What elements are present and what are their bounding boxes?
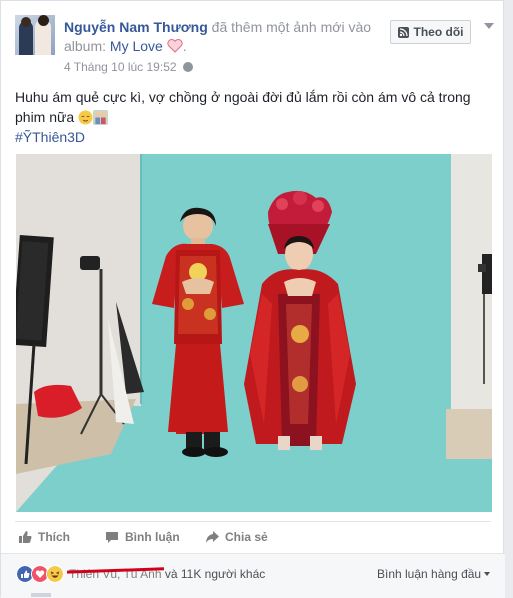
like-label: Thích bbox=[38, 530, 70, 544]
reactions-bar: Thiên Vũ, Tú Anh và 11K người khác Bình … bbox=[1, 553, 505, 598]
album-link[interactable]: My Love bbox=[110, 38, 163, 54]
post-photo[interactable] bbox=[16, 154, 492, 512]
chevron-down-icon[interactable] bbox=[484, 23, 494, 29]
thumbs-up-icon bbox=[19, 531, 32, 543]
album-suffix: . bbox=[182, 38, 187, 54]
share-label: Chia sẻ bbox=[225, 530, 268, 544]
like-action[interactable]: Thích bbox=[18, 530, 70, 544]
wedding-photo-image bbox=[16, 154, 492, 512]
couple-icon bbox=[93, 110, 109, 125]
reaction-names[interactable]: Thiên Vũ, Tú Anh và 11K người khác bbox=[69, 567, 265, 581]
top-comments-label: Bình luận hàng đầu bbox=[377, 567, 482, 581]
post-body: Huhu ám quẻ cực kì, vợ chồng ở ngoài đời… bbox=[15, 87, 485, 147]
haha-reaction-icon bbox=[46, 565, 64, 583]
post-card: Nguyễn Nam Thương đã thêm một ảnh mới và… bbox=[0, 0, 505, 598]
relieved-face-icon bbox=[78, 110, 93, 125]
comment-icon bbox=[106, 532, 118, 543]
heart-icon bbox=[167, 39, 183, 53]
hashtag-link[interactable]: #ỸThiên3D bbox=[15, 127, 485, 147]
post-header: Nguyễn Nam Thương đã thêm một ảnh mới và… bbox=[64, 18, 384, 56]
actions-divider bbox=[15, 521, 491, 522]
post-timestamp[interactable]: 4 Tháng 10 lúc 19:52 bbox=[64, 60, 177, 74]
author-avatar[interactable] bbox=[15, 15, 55, 55]
reaction-others: và 11K người khác bbox=[161, 567, 266, 581]
share-action[interactable]: Chia sẻ bbox=[205, 530, 268, 544]
share-icon bbox=[206, 531, 219, 543]
top-comments-dropdown[interactable]: Bình luận hàng đầu bbox=[377, 567, 491, 581]
follow-button[interactable]: Theo dõi bbox=[390, 20, 471, 44]
next-comment-avatar bbox=[31, 593, 51, 597]
follow-label: Theo dõi bbox=[413, 25, 464, 39]
globe-icon[interactable] bbox=[182, 62, 193, 72]
author-name[interactable]: Nguyễn Nam Thương bbox=[64, 19, 208, 35]
caret-down-icon bbox=[484, 572, 491, 576]
post-meta: 4 Tháng 10 lúc 19:52 bbox=[64, 60, 193, 74]
redacted-names[interactable]: Thiên Vũ, Tú Anh bbox=[69, 567, 162, 581]
comment-action[interactable]: Bình luận bbox=[105, 530, 180, 544]
comment-label: Bình luận bbox=[125, 530, 180, 544]
reaction-icons[interactable] bbox=[16, 565, 64, 583]
rss-icon bbox=[397, 26, 409, 38]
